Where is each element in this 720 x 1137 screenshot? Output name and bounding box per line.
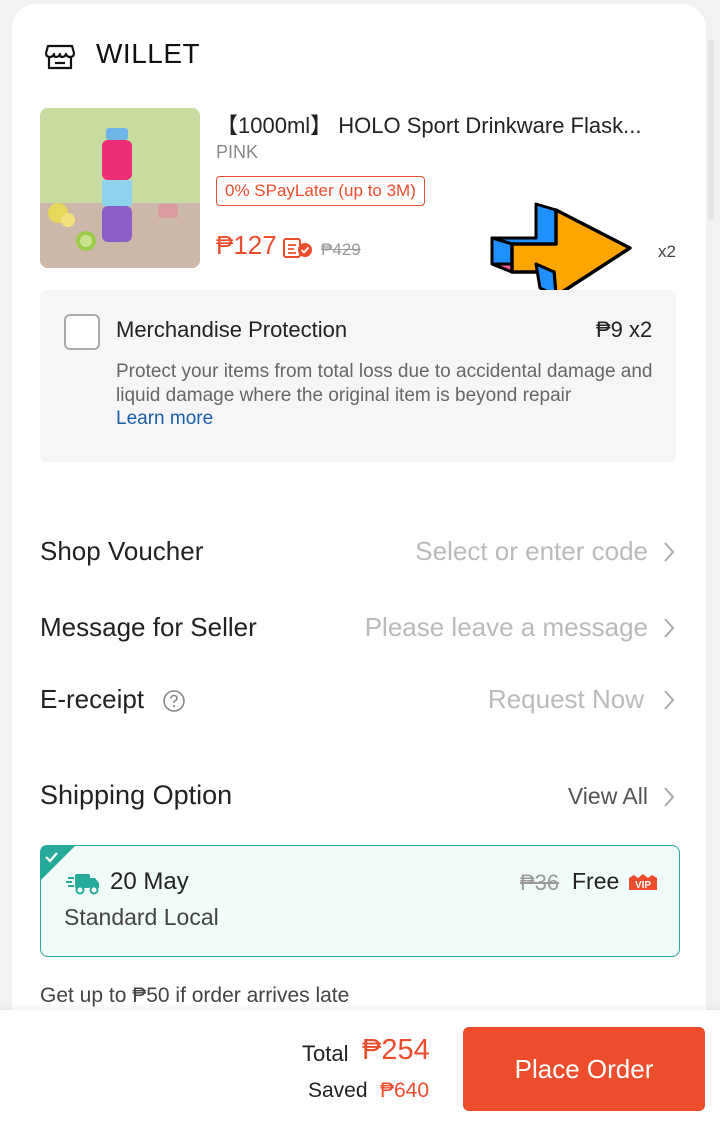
product-price: ₱127 xyxy=(216,230,277,260)
help-icon[interactable] xyxy=(162,689,186,713)
learn-more-link[interactable]: Learn more xyxy=(116,408,213,430)
scrollbar[interactable] xyxy=(708,40,714,220)
shop-voucher-label[interactable]: Shop Voucher xyxy=(40,536,203,567)
e-receipt-request[interactable]: Request Now xyxy=(488,684,644,715)
shipping-option-card[interactable] xyxy=(40,845,680,957)
view-all-link[interactable]: View All xyxy=(568,783,648,810)
spaylater-badge: 0% SPayLater (up to 3M) xyxy=(216,176,425,206)
saved-value: ₱640 xyxy=(380,1079,430,1102)
message-for-seller-input[interactable]: Please leave a message xyxy=(365,612,648,643)
chevron-right-icon[interactable] xyxy=(662,786,676,808)
total-value: ₱254 xyxy=(362,1034,430,1066)
chevron-right-icon[interactable] xyxy=(662,689,676,711)
place-order-button[interactable]: Place Order xyxy=(463,1027,705,1111)
shipping-option-title: Shipping Option xyxy=(40,780,233,810)
delivery-date: 20 May xyxy=(110,868,189,895)
shipping-fee: Free xyxy=(572,868,620,894)
store-icon xyxy=(44,40,76,72)
shop-name[interactable]: WILLET xyxy=(96,38,200,70)
saved-label: Saved xyxy=(308,1079,368,1102)
product-variant[interactable]: PINK xyxy=(216,142,258,163)
svg-text:VIP: VIP xyxy=(635,880,651,891)
shipping-original-fee: ₱36 xyxy=(520,870,560,895)
chevron-right-icon[interactable] xyxy=(662,617,676,639)
product-title[interactable]: 【1000ml】 HOLO Sport Drinkware Flask... xyxy=(216,108,686,140)
protection-title: Merchandise Protection xyxy=(116,317,348,342)
protection-price: ₱9 x2 xyxy=(596,317,653,342)
coins-cashback-icon xyxy=(283,237,313,259)
product-quantity: x2 xyxy=(658,242,676,261)
chevron-right-icon[interactable] xyxy=(662,541,676,563)
protection-description: Protect your items from total loss due t… xyxy=(116,361,653,406)
truck-icon xyxy=(66,870,100,896)
e-receipt-label: E-receipt xyxy=(40,684,145,714)
original-price: ₱429 xyxy=(321,240,361,259)
late-delivery-guarantee: Get up to ₱50 if order arrives late xyxy=(40,984,350,1007)
message-for-seller-label: Message for Seller xyxy=(40,612,257,642)
shop-voucher-value[interactable]: Select or enter code xyxy=(415,536,648,567)
product-thumbnail[interactable] xyxy=(40,108,200,268)
vip-badge-icon: VIP xyxy=(628,872,658,892)
arrow-pointer-icon xyxy=(488,198,634,302)
shipping-type: Standard Local xyxy=(64,904,219,930)
protection-checkbox[interactable] xyxy=(64,314,100,350)
total-label: Total xyxy=(302,1041,349,1066)
